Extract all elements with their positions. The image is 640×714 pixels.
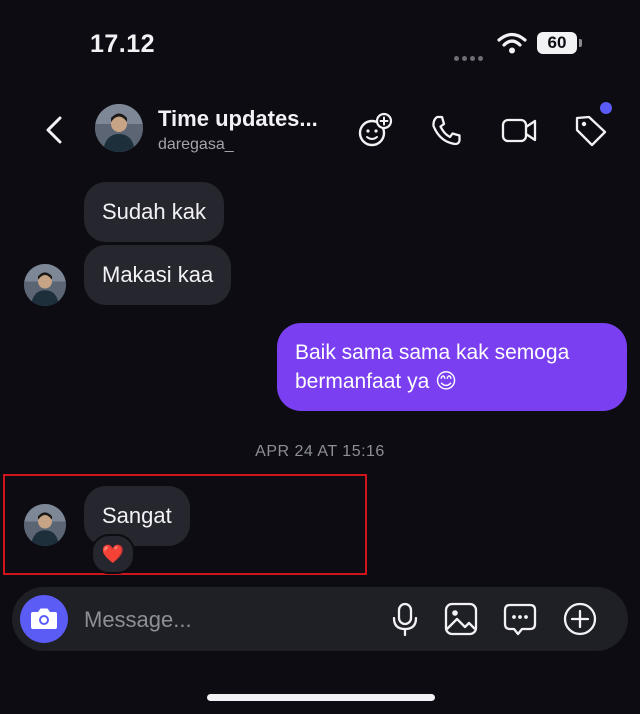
- home-indicator[interactable]: [207, 694, 435, 701]
- camera-icon: [31, 608, 57, 629]
- sender-avatar[interactable]: [24, 264, 66, 306]
- sticker-chat-icon[interactable]: [501, 600, 539, 638]
- microphone-icon[interactable]: [386, 600, 424, 638]
- message-input[interactable]: [82, 599, 376, 641]
- avatar[interactable]: [95, 104, 143, 152]
- heart-reaction[interactable]: ❤️: [91, 534, 135, 574]
- plus-circle-icon[interactable]: [561, 600, 599, 638]
- battery-tip: [579, 39, 582, 47]
- notification-dot: [600, 102, 612, 114]
- status-time: 17.12: [90, 30, 156, 58]
- message-bubble-incoming[interactable]: Makasi kaa: [84, 245, 232, 305]
- chat-header: Time updates... daregasa_: [0, 98, 640, 162]
- cellular-signal-icon: [454, 48, 486, 66]
- gallery-icon[interactable]: [442, 600, 480, 638]
- status-bar: 17.12 60: [0, 0, 640, 88]
- message-composer: [12, 587, 628, 651]
- chat-username: daregasa_: [158, 136, 234, 153]
- message-bubble-incoming[interactable]: Sudah kak: [84, 182, 224, 242]
- message-bubble-outgoing[interactable]: Baik sama sama kak semoga bermanfaat ya …: [277, 323, 627, 411]
- chat-title[interactable]: Time updates...: [158, 106, 318, 132]
- battery-indicator: 60: [537, 32, 577, 54]
- sender-avatar[interactable]: [24, 504, 66, 546]
- back-icon[interactable]: [40, 112, 68, 148]
- message-timestamp: APR 24 AT 15:16: [255, 443, 385, 460]
- add-sticker-icon[interactable]: [356, 112, 394, 148]
- wifi-icon: [497, 32, 527, 54]
- camera-button[interactable]: [20, 595, 68, 643]
- video-camera-icon[interactable]: [500, 112, 538, 148]
- phone-icon[interactable]: [428, 112, 466, 148]
- tag-icon[interactable]: [572, 112, 610, 148]
